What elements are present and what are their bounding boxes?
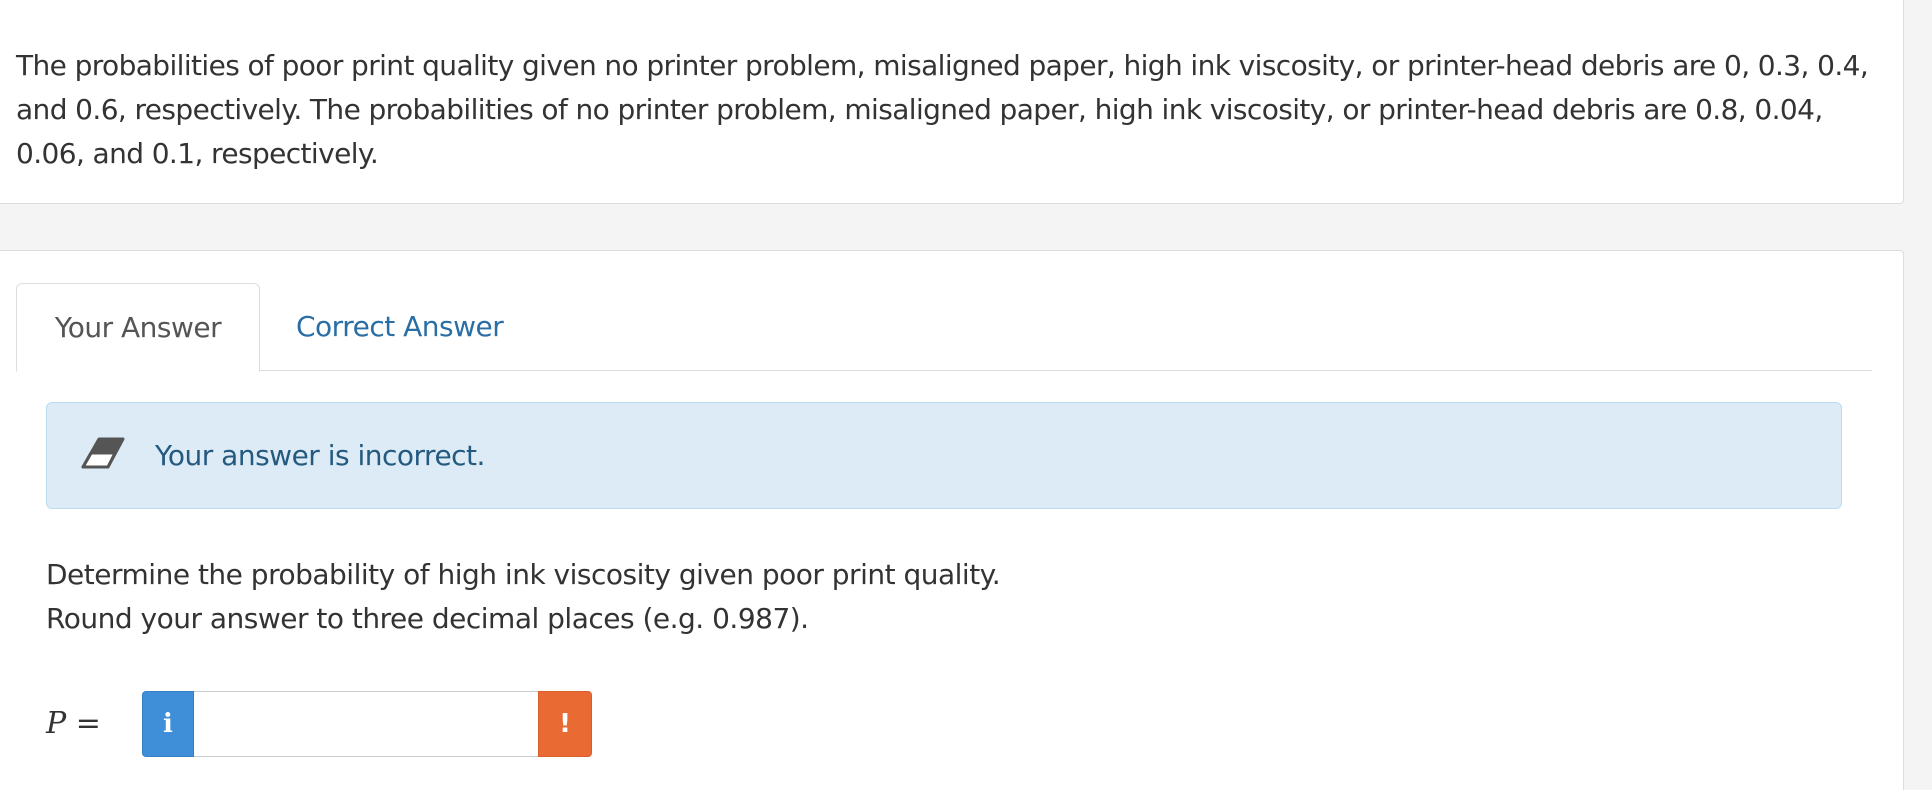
equals-sign: = (75, 706, 101, 741)
answer-input[interactable] (194, 691, 538, 757)
question-line-2: Round your answer to three decimal place… (46, 602, 809, 635)
answer-card: Your Answer Correct Answer Your answer i… (0, 250, 1904, 790)
variable-symbol: P (46, 706, 67, 741)
problem-statement-card: The probabilities of poor print quality … (0, 0, 1904, 204)
eraser-icon (81, 437, 125, 469)
answer-input-row: P = i ! (46, 691, 646, 757)
question-line-1: Determine the probability of high ink vi… (46, 558, 1001, 591)
warning-icon[interactable]: ! (538, 691, 592, 757)
question-text: Determine the probability of high ink vi… (46, 553, 1001, 641)
answer-tabs: Your Answer Correct Answer (16, 283, 1872, 372)
alert-message: Your answer is incorrect. (155, 439, 485, 472)
variable-label: P = (46, 691, 101, 757)
tab-correct-answer[interactable]: Correct Answer (296, 283, 556, 371)
tab-your-answer[interactable]: Your Answer (16, 283, 260, 372)
incorrect-answer-alert: Your answer is incorrect. (46, 402, 1842, 509)
info-icon[interactable]: i (142, 691, 194, 757)
problem-statement-text: The probabilities of poor print quality … (16, 49, 1869, 170)
